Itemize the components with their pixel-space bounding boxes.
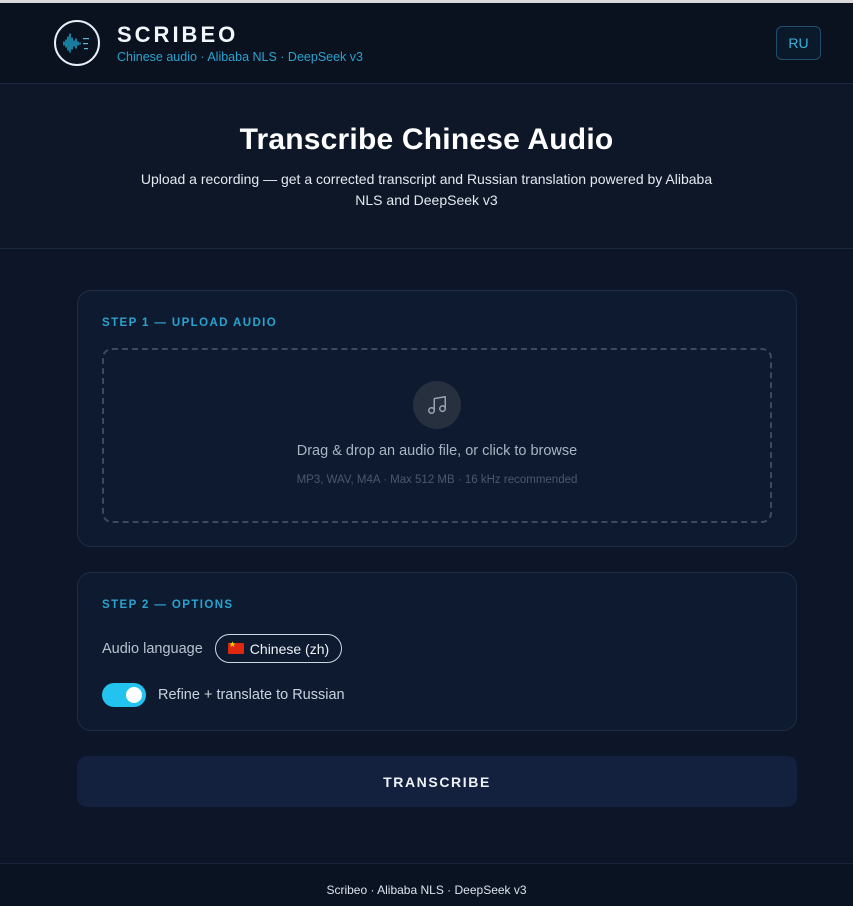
- page-subtitle: Upload a recording — get a corrected tra…: [140, 171, 713, 208]
- language-switch-button[interactable]: RU: [776, 26, 821, 60]
- options-step-label: STEP 2 — OPTIONS: [102, 599, 234, 611]
- audio-dropzone[interactable]: Drag & drop an audio file, or click to b…: [102, 348, 772, 523]
- toggle-knob: [126, 687, 142, 703]
- transcribe-button[interactable]: TRANSCRIBE: [77, 756, 797, 807]
- waveform-icon: [63, 33, 89, 53]
- china-flag-icon: [227, 640, 244, 654]
- main-content: STEP 1 — UPLOAD AUDIO Drag & drop an aud…: [0, 249, 853, 867]
- brand-subtitle: Chinese audio · Alibaba NLS · DeepSeek v…: [117, 50, 363, 64]
- logo: [54, 20, 100, 66]
- language-row: Audio language Chinese (zh): [102, 634, 343, 663]
- dropzone-text: Drag & drop an audio file, or click to b…: [296, 443, 578, 459]
- translate-toggle-row: Refine + translate to Russian: [102, 683, 345, 707]
- footer: Scribeo · Alibaba NLS · DeepSeek v3: [0, 863, 853, 906]
- brand: SCRIBEO Chinese audio · Alibaba NLS · De…: [117, 22, 363, 64]
- translate-toggle-label: Refine + translate to Russian: [158, 687, 345, 703]
- brand-title: SCRIBEO: [117, 22, 239, 47]
- dropzone-hint: MP3, WAV, M4A · Max 512 MB · 16 kHz reco…: [296, 474, 578, 486]
- audio-language-select[interactable]: Chinese (zh): [214, 634, 343, 663]
- app-header: SCRIBEO Chinese audio · Alibaba NLS · De…: [0, 3, 853, 84]
- options-card: STEP 2 — OPTIONS Audio language Chinese …: [77, 572, 797, 731]
- upload-card: STEP 1 — UPLOAD AUDIO Drag & drop an aud…: [77, 290, 797, 547]
- music-note-icon: [413, 381, 461, 429]
- audio-language-value: Chinese (zh): [249, 640, 330, 657]
- translate-toggle[interactable]: [102, 683, 146, 707]
- audio-language-label: Audio language: [102, 640, 203, 657]
- page-title: Transcribe Chinese Audio: [239, 123, 614, 156]
- upload-step-label: STEP 1 — UPLOAD AUDIO: [102, 317, 278, 329]
- footer-text: Scribeo · Alibaba NLS · DeepSeek v3: [326, 883, 527, 897]
- hero: Transcribe Chinese Audio Upload a record…: [0, 84, 853, 249]
